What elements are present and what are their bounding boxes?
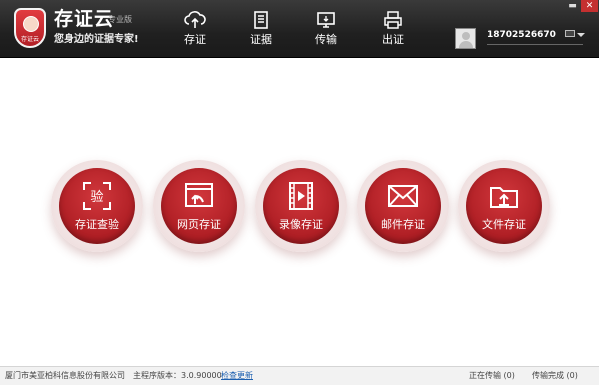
- divider: [487, 44, 583, 45]
- mail-deposit-button[interactable]: 邮件存证: [357, 160, 449, 252]
- status-bar: 厦门市美亚柏科信息股份有限公司 主程序版本：3.0.90000 检查更新 正在传…: [0, 366, 599, 385]
- cloud-upload-icon: [184, 11, 206, 28]
- action-label: 存证查验: [75, 218, 119, 231]
- version-label: 主程序版本：3.0.90000: [133, 371, 222, 380]
- edition-label: 专业版: [108, 15, 132, 24]
- video-deposit-button[interactable]: 录像存证: [255, 160, 347, 252]
- webpage-deposit-button[interactable]: 网页存证: [153, 160, 245, 252]
- action-buttons: 验 存证查验 网页存证 录像存证 邮件存证 文件存证: [0, 160, 599, 270]
- tab-deposit[interactable]: 存证: [170, 10, 220, 52]
- file-deposit-button[interactable]: 文件存证: [458, 160, 550, 252]
- check-update-link[interactable]: 检查更新: [221, 367, 253, 385]
- svg-text:验: 验: [90, 189, 103, 205]
- chevron-down-icon[interactable]: [577, 33, 585, 37]
- printer-icon: [384, 11, 402, 29]
- app-logo: 存证云: [14, 8, 46, 48]
- tab-label: 传输: [315, 33, 337, 46]
- action-label: 录像存证: [279, 218, 323, 231]
- folder-upload-icon: [490, 187, 518, 208]
- tab-issue-certificate[interactable]: 出证: [368, 10, 418, 52]
- logo-face-icon: [23, 16, 39, 32]
- app-title: 存证云: [54, 8, 115, 30]
- monitor-transfer-icon: [317, 12, 335, 28]
- tab-transfer[interactable]: 传输: [301, 10, 351, 52]
- transferring-status[interactable]: 正在传输 (0): [469, 367, 515, 385]
- tab-evidence[interactable]: 证据: [236, 10, 286, 52]
- close-button[interactable]: ✕: [581, 0, 598, 12]
- tab-label: 证据: [250, 33, 272, 46]
- verify-scan-icon: 验: [83, 182, 111, 210]
- webpage-icon: [185, 183, 213, 207]
- action-label: 邮件存证: [381, 218, 425, 231]
- title-bar: 存证云 存证云 专业版 您身边的证据专家! 存证 证据 传输 出证 187025…: [0, 0, 599, 58]
- tab-label: 存证: [184, 33, 206, 46]
- completed-status[interactable]: 传输完成 (0): [532, 367, 578, 385]
- verify-deposit-button[interactable]: 验 存证查验: [51, 160, 143, 252]
- app-slogan: 您身边的证据专家!: [54, 34, 139, 45]
- tab-label: 出证: [382, 33, 404, 46]
- company-name: 厦门市美亚柏科信息股份有限公司: [5, 371, 125, 380]
- user-phone[interactable]: 18702526670: [487, 30, 556, 41]
- action-label: 网页存证: [177, 218, 221, 231]
- avatar[interactable]: [455, 28, 476, 49]
- logo-badge-text: 存证云: [20, 36, 39, 43]
- keyboard-icon[interactable]: [565, 30, 575, 37]
- document-icon: [254, 11, 268, 29]
- minimize-button[interactable]: ▬: [564, 0, 581, 12]
- action-label: 文件存证: [482, 218, 526, 231]
- video-film-icon: [289, 182, 313, 210]
- mail-icon: [388, 185, 418, 207]
